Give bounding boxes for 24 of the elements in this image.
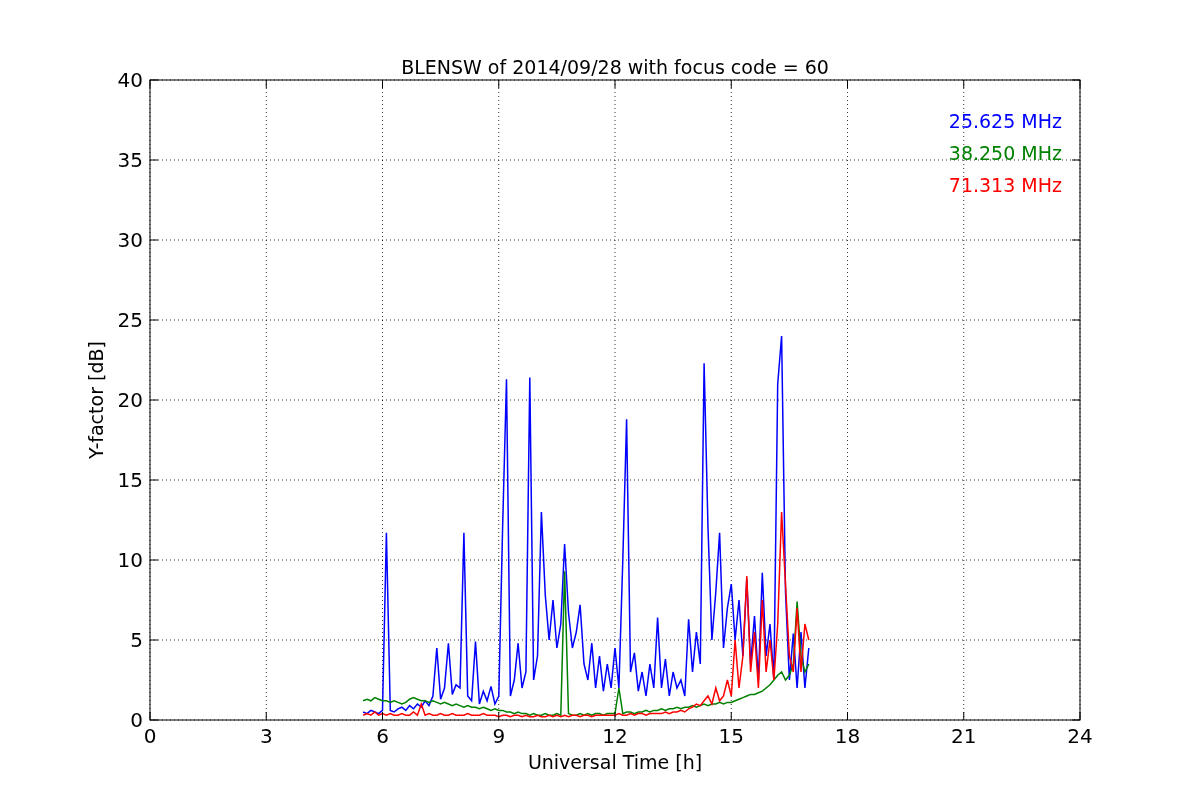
y-tick-label: 20	[117, 388, 143, 412]
y-tick-label: 30	[117, 228, 143, 252]
y-tick-label: 35	[117, 148, 143, 172]
x-tick-label: 6	[376, 724, 389, 748]
legend-label: 38.250 MHz	[948, 142, 1062, 164]
x-tick-label: 21	[951, 724, 977, 748]
x-tick-label: 18	[834, 724, 861, 748]
legend-label: 71.313 MHz	[948, 174, 1062, 196]
y-tick-label: 25	[117, 308, 143, 332]
y-tick-label: 40	[117, 68, 143, 92]
x-tick-label: 12	[602, 724, 628, 748]
x-tick-label: 15	[718, 724, 744, 748]
y-tick-label: 5	[130, 628, 143, 652]
x-tick-label: 0	[143, 724, 157, 748]
chart-title: BLENSW of 2014/09/28 with focus code = 60	[401, 56, 829, 78]
x-axis-label: Universal Time [h]	[527, 751, 703, 773]
y-tick-label: 10	[117, 548, 143, 572]
x-tick-label: 3	[259, 724, 273, 748]
x-tick-label: 9	[492, 724, 506, 748]
y-tick-label: 15	[117, 468, 143, 492]
y-tick-label: 0	[130, 708, 143, 732]
x-tick-label: 24	[1067, 724, 1093, 748]
y-axis-label: Y-factor [dB]	[85, 341, 107, 459]
legend-label: 25.625 MHz	[948, 110, 1062, 132]
